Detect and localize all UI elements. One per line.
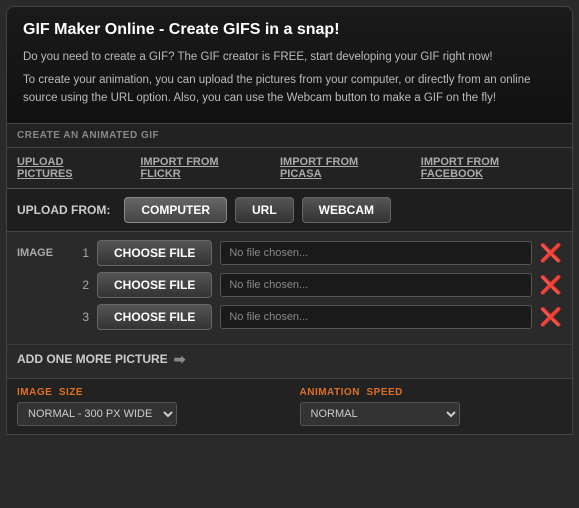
choose-file-button-1[interactable]: CHOOSE FILE: [97, 240, 212, 266]
tab-import-flickr[interactable]: IMPORT FROM FLICKR: [140, 156, 260, 188]
images-section: IMAGE 1 CHOOSE FILE No file chosen... ❌ …: [7, 232, 572, 344]
image-size-label: IMAGE SIZE: [17, 387, 280, 398]
add-more-label: ADD ONE MORE PICTURE: [17, 352, 168, 366]
choose-file-button-3[interactable]: CHOOSE FILE: [97, 304, 212, 330]
upload-from-label: UPLOAD FROM:: [17, 203, 110, 217]
webcam-button[interactable]: WEBCAM: [302, 197, 391, 223]
computer-button[interactable]: COMPUTER: [124, 197, 227, 223]
tabs-row: UPLOAD PICTURES IMPORT FROM FLICKR IMPOR…: [7, 148, 572, 189]
image-size-label-text: IMAGE: [17, 387, 52, 398]
remove-button-1[interactable]: ❌: [540, 244, 562, 262]
arrow-right-icon: ➡: [174, 351, 186, 368]
page-title: GIF Maker Online - Create GIFS in a snap…: [23, 21, 556, 39]
image-num-2: 2: [75, 278, 89, 292]
image-num-1: 1: [75, 246, 89, 260]
url-button[interactable]: URL: [235, 197, 294, 223]
tab-import-facebook[interactable]: IMPORT FROM FACEBOOK: [421, 156, 562, 188]
image-size-accent: SIZE: [59, 387, 83, 398]
image-row-1: IMAGE 1 CHOOSE FILE No file chosen... ❌: [17, 240, 562, 266]
section-label: CREATE AN ANIMATED GIF: [7, 124, 572, 148]
animation-speed-label-text: ANIMATION: [300, 387, 360, 398]
remove-button-3[interactable]: ❌: [540, 308, 562, 326]
upload-from-row: UPLOAD FROM: COMPUTER URL WEBCAM: [7, 189, 572, 232]
choose-file-button-2[interactable]: CHOOSE FILE: [97, 272, 212, 298]
header-desc2: To create your animation, you can upload…: [23, 72, 556, 107]
image-num-3: 3: [75, 310, 89, 324]
animation-speed-accent: SPEED: [366, 387, 402, 398]
header-section: GIF Maker Online - Create GIFS in a snap…: [6, 6, 573, 124]
image-row-3: 3 CHOOSE FILE No file chosen... ❌: [17, 304, 562, 330]
tab-upload-pictures[interactable]: UPLOAD PICTURES: [17, 156, 120, 188]
remove-button-2[interactable]: ❌: [540, 276, 562, 294]
image-size-select[interactable]: NORMAL - 300 PX WIDE SMALL - 200 PX WIDE…: [17, 402, 177, 426]
settings-row: IMAGE SIZE NORMAL - 300 PX WIDE SMALL - …: [7, 378, 572, 434]
animation-speed-select[interactable]: NORMAL FAST SLOW: [300, 402, 460, 426]
animation-speed-group: ANIMATION SPEED NORMAL FAST SLOW: [300, 387, 563, 426]
image-row-2: 2 CHOOSE FILE No file chosen... ❌: [17, 272, 562, 298]
main-content: CREATE AN ANIMATED GIF UPLOAD PICTURES I…: [6, 124, 573, 435]
file-name-1: No file chosen...: [220, 241, 531, 265]
add-more-row: ADD ONE MORE PICTURE ➡: [7, 344, 572, 378]
image-label: IMAGE: [17, 247, 67, 259]
add-more-button[interactable]: ADD ONE MORE PICTURE ➡: [17, 351, 185, 368]
file-name-3: No file chosen...: [220, 305, 531, 329]
file-name-2: No file chosen...: [220, 273, 531, 297]
header-desc1: Do you need to create a GIF? The GIF cre…: [23, 49, 556, 66]
animation-speed-label: ANIMATION SPEED: [300, 387, 563, 398]
image-size-group: IMAGE SIZE NORMAL - 300 PX WIDE SMALL - …: [17, 387, 280, 426]
tab-import-picasa[interactable]: IMPORT FROM PICASA: [280, 156, 401, 188]
